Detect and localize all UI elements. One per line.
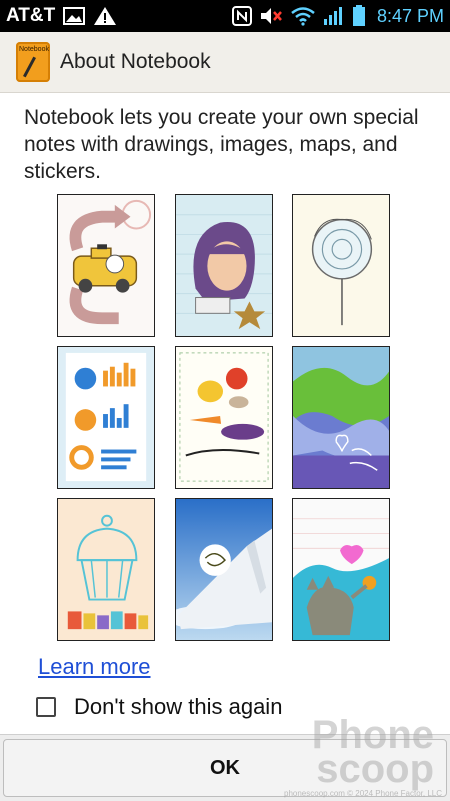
dialog-title: About Notebook bbox=[60, 50, 211, 73]
description-text: Notebook lets you create your own specia… bbox=[24, 106, 419, 183]
nfc-icon bbox=[231, 6, 252, 26]
dialog-title-bar: Notebook About Notebook bbox=[0, 32, 450, 93]
thumbnail-infographic bbox=[57, 346, 155, 489]
clock: 8:47 PM bbox=[376, 5, 444, 26]
thumbnail-flower bbox=[292, 194, 390, 337]
thumbnail-recipe bbox=[175, 346, 273, 489]
watermark-logo: Phone scoop bbox=[312, 715, 434, 791]
carrier-label: AT&T bbox=[6, 5, 56, 26]
wifi-icon bbox=[290, 6, 316, 26]
sample-notes-grid bbox=[57, 194, 393, 644]
dont-show-again-checkbox[interactable] bbox=[36, 697, 56, 717]
dont-show-again-row[interactable]: Don't show this again bbox=[36, 694, 282, 720]
warning-icon bbox=[93, 6, 117, 26]
thumbnail-cupcake bbox=[57, 498, 155, 641]
dont-show-again-label[interactable]: Don't show this again bbox=[74, 694, 282, 720]
thumbnail-love-mom bbox=[292, 346, 390, 489]
thumbnail-cat-sky bbox=[292, 498, 390, 641]
signal-icon bbox=[323, 6, 345, 26]
status-bar: AT&T 8:47 PM bbox=[0, 0, 450, 32]
muted-icon bbox=[259, 6, 283, 26]
thumbnail-taxi-cat bbox=[57, 194, 155, 337]
app-icon-label: Notebook bbox=[19, 46, 49, 53]
pen-icon bbox=[23, 56, 36, 78]
watermark-footer: phonescoop.com © 2024 Phone Factor, LLC bbox=[284, 789, 442, 798]
battery-icon bbox=[352, 5, 366, 27]
gallery-icon bbox=[63, 7, 86, 25]
watermark-line2: scoop bbox=[316, 747, 434, 791]
thumbnail-portrait bbox=[175, 194, 273, 337]
learn-more-link[interactable]: Learn more bbox=[38, 654, 151, 680]
thumbnail-airplane bbox=[175, 498, 273, 641]
notebook-app-icon: Notebook bbox=[16, 42, 50, 82]
